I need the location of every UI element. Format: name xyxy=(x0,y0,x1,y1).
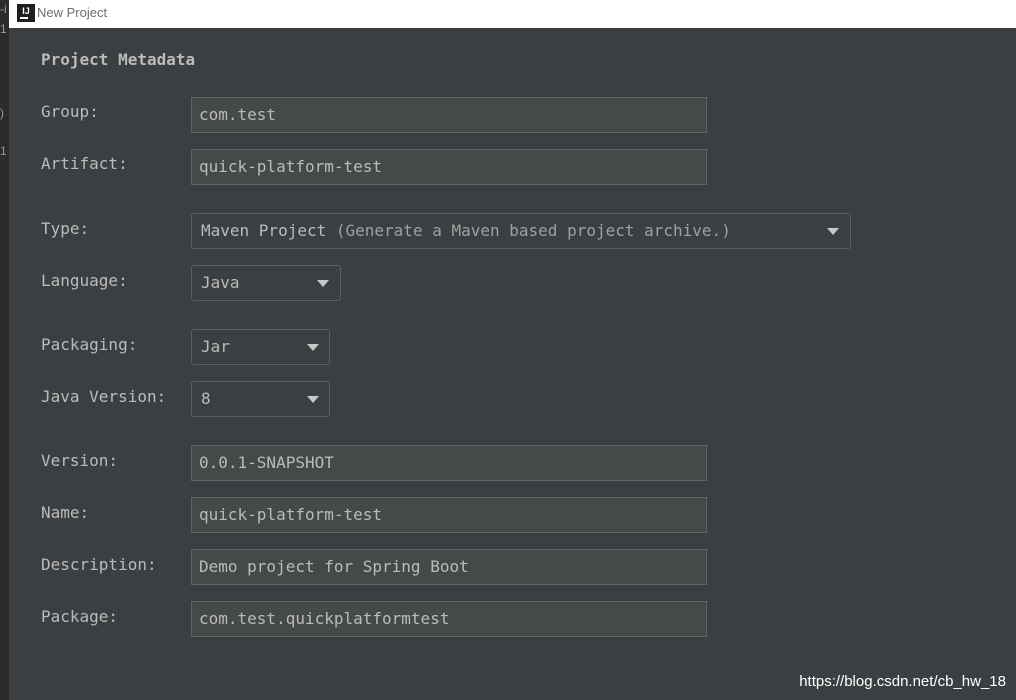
version-input[interactable]: 0.0.1-SNAPSHOT xyxy=(191,445,707,481)
type-label: Type: xyxy=(41,219,90,238)
language-dropdown[interactable]: Java xyxy=(191,265,341,301)
section-title: Project Metadata xyxy=(41,50,196,69)
edge-fragment: -i xyxy=(0,2,7,16)
project-metadata-panel: Project Metadata Group: com.test Artifac… xyxy=(9,28,1016,700)
background-editor-edge: -i 1 ) 1 xyxy=(0,0,9,700)
edge-fragment: 1 xyxy=(0,22,7,36)
package-input[interactable]: com.test.quickplatformtest xyxy=(191,601,707,637)
edge-fragment: ) xyxy=(0,106,4,120)
description-label: Description: xyxy=(41,555,157,574)
name-input[interactable]: quick-platform-test xyxy=(191,497,707,533)
chevron-down-icon xyxy=(307,396,319,403)
window-titlebar[interactable]: IJ New Project xyxy=(9,0,1016,28)
packaging-label: Packaging: xyxy=(41,335,138,354)
artifact-label: Artifact: xyxy=(41,154,128,173)
language-value: Java xyxy=(201,273,240,292)
java-version-label: Java Version: xyxy=(41,387,167,406)
java-version-dropdown[interactable]: 8 xyxy=(191,381,330,417)
chevron-down-icon xyxy=(317,280,329,287)
name-label: Name: xyxy=(41,503,90,522)
package-label: Package: xyxy=(41,607,119,626)
window-title: New Project xyxy=(37,5,108,20)
version-label: Version: xyxy=(41,451,119,470)
chevron-down-icon xyxy=(827,228,839,235)
intellij-app-icon: IJ xyxy=(17,4,35,22)
description-input[interactable]: Demo project for Spring Boot xyxy=(191,549,707,585)
type-dropdown[interactable]: Maven Project (Generate a Maven based pr… xyxy=(191,213,851,249)
artifact-input[interactable]: quick-platform-test xyxy=(191,149,707,185)
group-label: Group: xyxy=(41,102,99,121)
java-version-value: 8 xyxy=(201,389,211,408)
packaging-dropdown[interactable]: Jar xyxy=(191,329,330,365)
chevron-down-icon xyxy=(307,344,319,351)
watermark: https://blog.csdn.net/cb_hw_18 xyxy=(799,673,1006,690)
type-value: Maven Project xyxy=(201,221,327,240)
packaging-value: Jar xyxy=(201,337,230,356)
group-input[interactable]: com.test xyxy=(191,97,707,133)
edge-fragment: 1 xyxy=(0,144,7,158)
type-hint: (Generate a Maven based project archive.… xyxy=(335,221,731,240)
language-label: Language: xyxy=(41,271,128,290)
